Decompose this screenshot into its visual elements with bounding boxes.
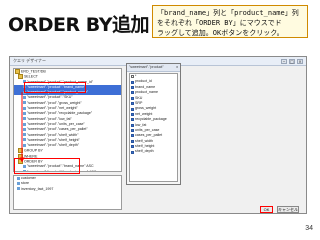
- drag-arrow: [19, 92, 25, 163]
- page-number: 34: [305, 225, 313, 232]
